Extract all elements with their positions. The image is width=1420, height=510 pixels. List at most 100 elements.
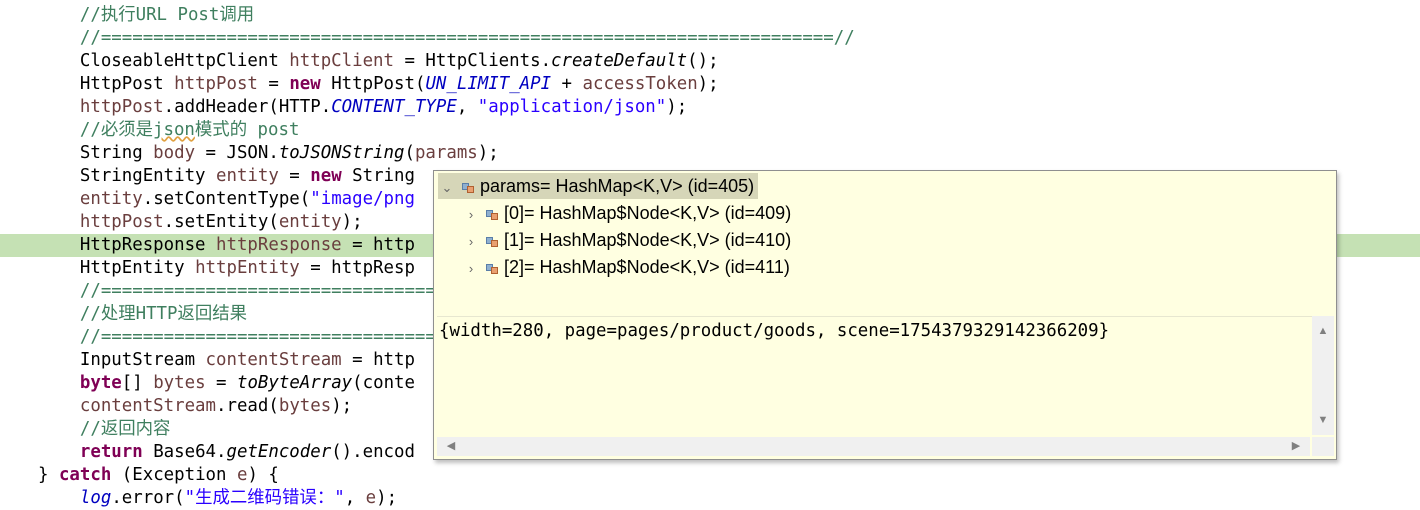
chevron-right-icon[interactable]: › bbox=[462, 256, 480, 282]
code-token: ( bbox=[404, 143, 415, 163]
chevron-right-icon[interactable]: › bbox=[462, 202, 480, 228]
map-entry-icon bbox=[486, 262, 498, 274]
code-token: ); bbox=[477, 143, 499, 163]
code-token: = JSON. bbox=[195, 143, 279, 163]
code-token: byte bbox=[79, 373, 122, 393]
code-token: new bbox=[310, 166, 342, 186]
code-token: contentStream bbox=[205, 350, 342, 370]
code-token: + bbox=[551, 74, 583, 94]
tree-item-node-1[interactable]: › [1]= HashMap$Node<K,V> (id=410) bbox=[462, 227, 791, 253]
code-token: ); bbox=[376, 488, 398, 508]
chevron-down-icon[interactable]: ⌄ bbox=[438, 175, 456, 201]
code-token: "生成二维码错误：" bbox=[184, 488, 345, 508]
code-token: ) { bbox=[247, 465, 279, 485]
code-token: InputStream bbox=[38, 350, 206, 370]
code-line[interactable]: } catch (Exception e) { bbox=[0, 464, 1420, 487]
code-token: ); bbox=[697, 74, 719, 94]
tree-item-params[interactable]: ⌄ params= HashMap<K,V> (id=405) bbox=[438, 173, 759, 201]
scrollbar-corner bbox=[1312, 437, 1334, 456]
code-line-content: } catch (Exception e) { bbox=[38, 464, 279, 487]
code-token: accessToken bbox=[582, 74, 698, 94]
code-token: ); bbox=[331, 396, 353, 416]
code-line-content: HttpEntity httpEntity = httpResp bbox=[38, 257, 415, 280]
code-token: params bbox=[414, 143, 478, 163]
vertical-scrollbar[interactable]: ▲ ▼ bbox=[1312, 316, 1334, 435]
tree-item-label: [1]= HashMap$Node<K,V> (id=410) bbox=[504, 230, 792, 250]
code-token: //================================ bbox=[79, 327, 436, 347]
triangle-left-icon[interactable]: ◀ bbox=[441, 437, 461, 456]
code-line-content: //================================ bbox=[38, 326, 436, 349]
code-token: Base64. bbox=[142, 442, 227, 462]
variable-tree[interactable]: ⌄ params= HashMap<K,V> (id=405) › [0]= Has… bbox=[434, 171, 1336, 311]
code-line[interactable]: String body = JSON.toJSONString(params); bbox=[0, 142, 1420, 165]
code-token: json bbox=[153, 120, 195, 140]
chevron-right-icon[interactable]: › bbox=[462, 229, 480, 255]
map-entry-icon bbox=[486, 235, 498, 247]
tree-item-node-2[interactable]: › [2]= HashMap$Node<K,V> (id=411) bbox=[462, 254, 790, 280]
code-token: ().encod bbox=[331, 442, 415, 462]
code-token: log bbox=[79, 488, 112, 508]
code-token: httpResponse bbox=[216, 235, 342, 255]
code-line-content: //================================ bbox=[38, 280, 436, 303]
code-token: .setEntity( bbox=[163, 212, 279, 232]
variable-inspect-popup[interactable]: ⌄ params= HashMap<K,V> (id=405) › [0]= Has… bbox=[433, 170, 1337, 460]
code-line-content: //必须是json模式的 post bbox=[38, 119, 300, 142]
code-token: toJSONString bbox=[278, 143, 405, 163]
tree-item-label: [2]= HashMap$Node<K,V> (id=411) bbox=[504, 257, 790, 277]
code-line[interactable]: httpPost.addHeader(HTTP.CONTENT_TYPE, "a… bbox=[0, 96, 1420, 119]
code-token: , bbox=[456, 97, 478, 117]
code-token: createDefault bbox=[551, 51, 688, 71]
code-token: .error( bbox=[111, 488, 185, 508]
code-token: StringEntity bbox=[38, 166, 216, 186]
code-token: HttpResponse bbox=[38, 235, 216, 255]
horizontal-scrollbar[interactable]: ◀ ▶ bbox=[437, 437, 1310, 456]
code-line[interactable]: HttpPost httpPost = new HttpPost(UN_LIMI… bbox=[0, 73, 1420, 96]
code-line[interactable]: //执行URL Post调用 bbox=[0, 4, 1420, 27]
code-token: (Exception bbox=[111, 465, 237, 485]
code-token: .read( bbox=[216, 396, 279, 416]
code-token: "application/json" bbox=[477, 97, 667, 117]
code-token: String bbox=[38, 143, 154, 163]
code-token: HttpEntity bbox=[38, 258, 196, 278]
code-token: = bbox=[205, 373, 237, 393]
code-token: "image/png bbox=[310, 189, 415, 209]
code-line[interactable]: //必须是json模式的 post bbox=[0, 119, 1420, 142]
code-line-content: String body = JSON.toJSONString(params); bbox=[38, 142, 499, 165]
code-line[interactable]: //======================================… bbox=[0, 27, 1420, 50]
code-token: .addHeader(HTTP. bbox=[163, 97, 332, 117]
code-token: getEncoder bbox=[226, 442, 332, 462]
code-token: ); bbox=[341, 212, 363, 232]
triangle-down-icon[interactable]: ▼ bbox=[1312, 409, 1334, 431]
code-token: return bbox=[79, 442, 143, 462]
code-line[interactable]: CloseableHttpClient httpClient = HttpCli… bbox=[0, 50, 1420, 73]
code-line-content: //处理HTTP返回结果 bbox=[38, 303, 247, 326]
tree-item-label: [0]= HashMap$Node<K,V> (id=409) bbox=[504, 203, 792, 223]
code-line[interactable]: log.error("生成二维码错误：", e); bbox=[0, 487, 1420, 510]
code-token: httpPost bbox=[79, 97, 164, 117]
code-token: .setContentType( bbox=[142, 189, 311, 209]
code-line-content: //返回内容 bbox=[38, 418, 171, 441]
code-line-content: //执行URL Post调用 bbox=[38, 4, 254, 27]
code-token: //======================================… bbox=[79, 28, 855, 48]
code-token: //================================ bbox=[79, 281, 436, 301]
code-token: HttpPost bbox=[38, 74, 175, 94]
code-token: UN_LIMIT_API bbox=[425, 74, 552, 94]
code-token: entity bbox=[278, 212, 342, 232]
code-token: entity bbox=[79, 189, 143, 209]
code-line-content: httpPost.setEntity(entity); bbox=[38, 211, 363, 234]
code-token: httpPost bbox=[174, 74, 258, 94]
tree-item-node-0[interactable]: › [0]= HashMap$Node<K,V> (id=409) bbox=[462, 200, 791, 226]
value-detail-text: {width=280, page=pages/product/goods, sc… bbox=[439, 321, 1110, 341]
code-token: CONTENT_TYPE bbox=[331, 97, 457, 117]
triangle-up-icon[interactable]: ▲ bbox=[1312, 320, 1334, 342]
triangle-right-icon[interactable]: ▶ bbox=[1286, 437, 1306, 456]
value-detail-pane[interactable]: {width=280, page=pages/product/goods, sc… bbox=[437, 316, 1312, 437]
code-line-content: byte[] bytes = toByteArray(conte bbox=[38, 372, 415, 395]
